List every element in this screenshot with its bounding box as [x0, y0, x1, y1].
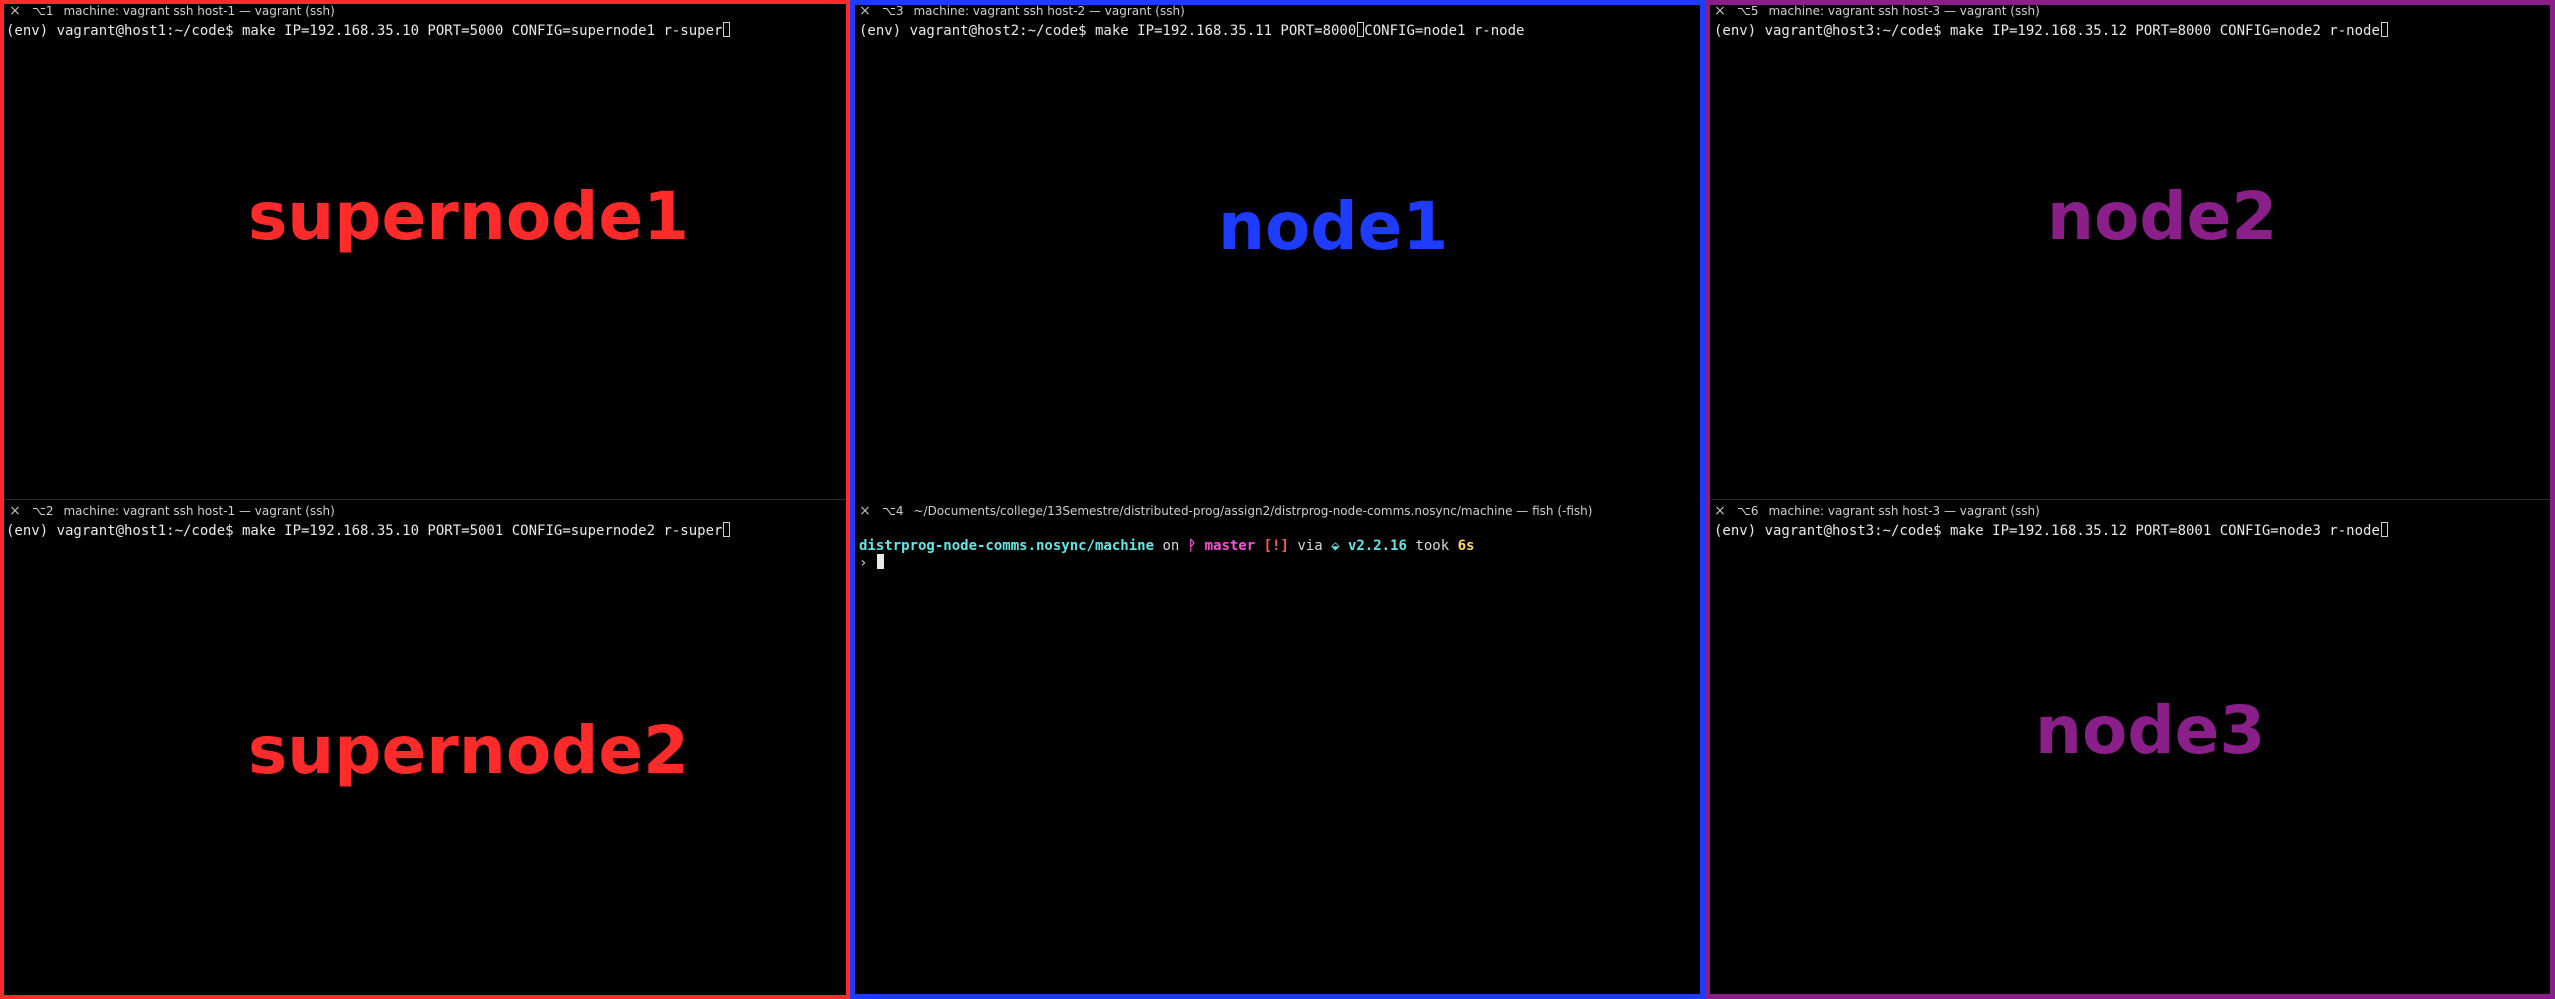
pane-2-label: supernode2 [248, 712, 690, 789]
terminal-pane-2[interactable]: × ⌥2 machine: vagrant ssh host-1 — vagra… [0, 500, 850, 999]
pane-5-command: (env) vagrant@host3:~/code$ make IP=192.… [1714, 23, 2380, 39]
prompt-branch: master [1204, 538, 1256, 554]
pane-6-title: machine: vagrant ssh host-3 — vagrant (s… [1768, 504, 2040, 518]
pane-5-label: node2 [2047, 178, 2278, 255]
pane-1-tab-key: ⌥1 [32, 4, 54, 18]
pane-6-titlebar[interactable]: × ⌥6 machine: vagrant ssh host-3 — vagra… [1705, 500, 2555, 522]
prompt-via: via [1297, 538, 1323, 554]
runtime-icon: ⬙ [1331, 538, 1340, 554]
pane-2-titlebar[interactable]: × ⌥2 machine: vagrant ssh host-1 — vagra… [0, 500, 850, 522]
pane-6-command: (env) vagrant@host3:~/code$ make IP=192.… [1714, 523, 2380, 539]
prompt-path: distrprog-node-comms.nosync/machine [859, 538, 1155, 554]
pane-6-label: node3 [2035, 692, 2266, 769]
pane-1-label: supernode1 [248, 178, 690, 255]
terminal-pane-1[interactable]: × ⌥1 machine: vagrant ssh host-1 — vagra… [0, 0, 850, 500]
prompt-git-status: [!] [1263, 538, 1289, 554]
pane-3-title: machine: vagrant ssh host-2 — vagrant (s… [913, 4, 1185, 18]
text-cursor [876, 554, 884, 569]
pane-3-command-before-cursor: (env) vagrant@host2:~/code$ make IP=192.… [859, 23, 1357, 39]
pane-2-command-line[interactable]: (env) vagrant@host1:~/code$ make IP=192.… [6, 522, 731, 539]
prompt-caret: › [859, 555, 868, 571]
pane-2-command: (env) vagrant@host1:~/code$ make IP=192.… [6, 523, 723, 539]
pane-6-command-line[interactable]: (env) vagrant@host3:~/code$ make IP=192.… [1714, 522, 2388, 539]
text-cursor [723, 22, 731, 37]
pane-3-tab-key: ⌥3 [882, 4, 904, 18]
terminal-pane-5[interactable]: × ⌥5 machine: vagrant ssh host-3 — vagra… [1705, 0, 2555, 500]
pane-6-tab-key: ⌥6 [1737, 504, 1759, 518]
text-cursor [2380, 522, 2388, 537]
pane-3-label: node1 [1218, 188, 1449, 265]
fish-input-line[interactable]: › [859, 554, 884, 571]
close-icon[interactable]: × [8, 4, 22, 18]
text-cursor [723, 522, 731, 537]
git-branch-icon: ᚹ [1187, 538, 1197, 554]
pane-4-titlebar[interactable]: × ⌥4 ~/Documents/college/13Semestre/dist… [850, 500, 1705, 522]
fish-prompt-line: distrprog-node-comms.nosync/machine on ᚹ… [859, 538, 1474, 554]
pane-4-tab-key: ⌥4 [882, 504, 904, 518]
pane-3-titlebar[interactable]: × ⌥3 machine: vagrant ssh host-2 — vagra… [850, 0, 1705, 22]
pane-5-title: machine: vagrant ssh host-3 — vagrant (s… [1768, 4, 2040, 18]
pane-2-title: machine: vagrant ssh host-1 — vagrant (s… [63, 504, 335, 518]
prompt-duration: 6s [1457, 538, 1475, 554]
pane-1-title: machine: vagrant ssh host-1 — vagrant (s… [63, 4, 335, 18]
pane-5-tab-key: ⌥5 [1737, 4, 1759, 18]
prompt-took: took [1415, 538, 1450, 554]
close-icon[interactable]: × [1713, 4, 1727, 18]
text-cursor [2380, 22, 2388, 37]
terminal-pane-6[interactable]: × ⌥6 machine: vagrant ssh host-3 — vagra… [1705, 500, 2555, 999]
pane-2-tab-key: ⌥2 [32, 504, 54, 518]
pane-3-command-line[interactable]: (env) vagrant@host2:~/code$ make IP=192.… [859, 22, 1524, 39]
pane-1-command-line[interactable]: (env) vagrant@host1:~/code$ make IP=192.… [6, 22, 731, 39]
terminal-pane-3[interactable]: × ⌥3 machine: vagrant ssh host-2 — vagra… [850, 0, 1705, 500]
pane-1-titlebar[interactable]: × ⌥1 machine: vagrant ssh host-1 — vagra… [0, 0, 850, 22]
pane-5-titlebar[interactable]: × ⌥5 machine: vagrant ssh host-3 — vagra… [1705, 0, 2555, 22]
prompt-version: v2.2.16 [1347, 538, 1407, 554]
close-icon[interactable]: × [1713, 504, 1727, 518]
close-icon[interactable]: × [8, 504, 22, 518]
pane-3-command-after-cursor: CONFIG=node1 r-node [1364, 23, 1525, 39]
pane-1-command: (env) vagrant@host1:~/code$ make IP=192.… [6, 23, 723, 39]
prompt-on: on [1162, 538, 1180, 554]
close-icon[interactable]: × [858, 504, 872, 518]
pane-5-command-line[interactable]: (env) vagrant@host3:~/code$ make IP=192.… [1714, 22, 2388, 39]
terminal-pane-4[interactable]: × ⌥4 ~/Documents/college/13Semestre/dist… [850, 500, 1705, 999]
close-icon[interactable]: × [858, 4, 872, 18]
pane-4-title: ~/Documents/college/13Semestre/distribut… [913, 504, 1593, 518]
